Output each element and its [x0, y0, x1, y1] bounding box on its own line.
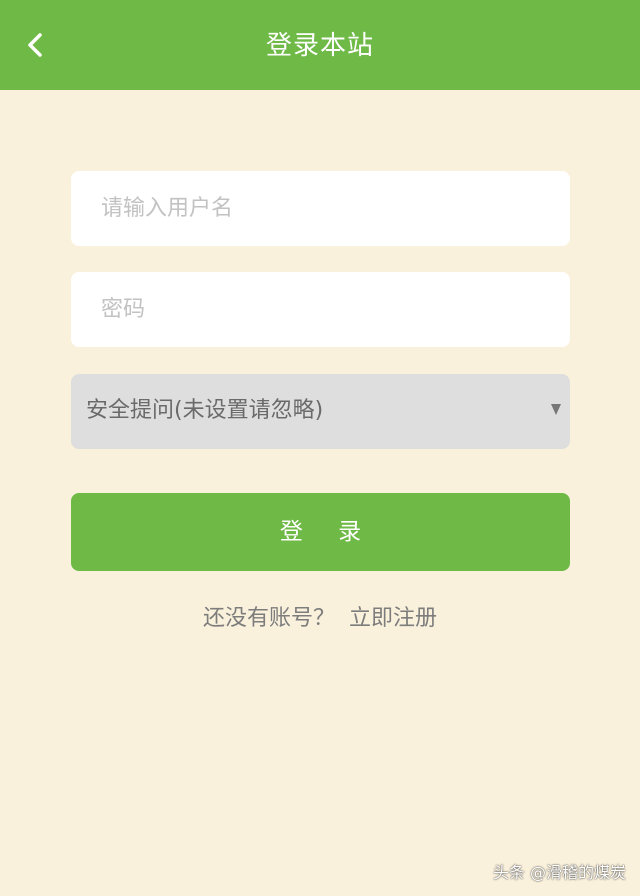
username-input[interactable] [71, 171, 570, 246]
top-bar: 登录本站 [0, 0, 640, 90]
register-prompt-text: 还没有账号？ [202, 606, 335, 631]
register-prompt-row: 还没有账号？ 立即注册 [0, 600, 640, 632]
security-question-value: 安全提问(未设置请忽略) [86, 398, 324, 423]
register-link[interactable]: 立即注册 [349, 606, 437, 631]
login-button[interactable]: 登 录 [71, 493, 570, 571]
login-button-label: 登 录 [279, 519, 376, 545]
username-field-wrapper [71, 171, 570, 246]
password-input[interactable] [71, 272, 570, 347]
page-title: 登录本站 [265, 31, 374, 61]
security-question-select[interactable]: 安全提问(未设置请忽略) [71, 374, 570, 449]
watermark: 头条 @滑稽的煤炭 [492, 863, 626, 882]
password-field-wrapper [71, 272, 570, 347]
triangle-down-icon [551, 404, 561, 415]
